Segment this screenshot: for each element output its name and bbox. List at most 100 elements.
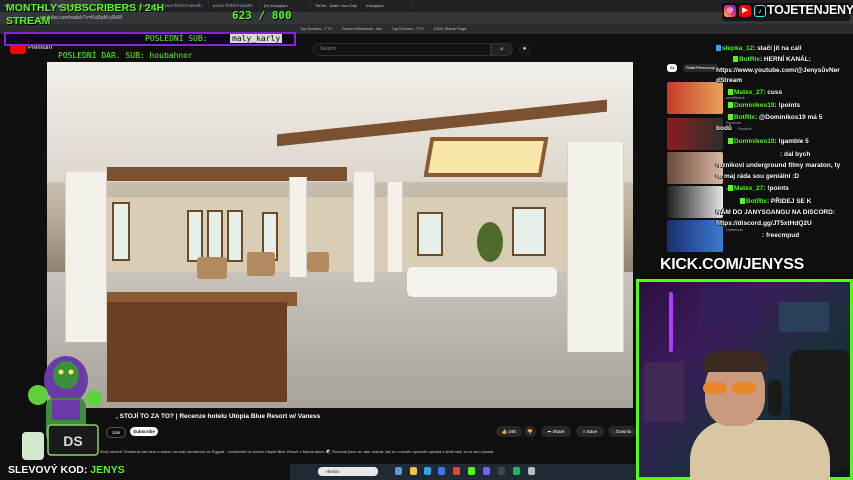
share-button[interactable]: ➦ Share [541,426,571,437]
video-scene-window [512,207,546,256]
browser-tab[interactable]: KOLO ŠTĚSTÍ NOVĚ! [158,0,209,12]
chat-text: NÁM DO JANYSGANGU NA DISCORD: [716,209,835,216]
wall-poster [779,302,829,332]
chat-message: : dal bych [780,151,810,158]
chat-text: : HERNÍ KANÁL: [759,56,811,63]
video-scene-pillar [353,172,375,282]
sidebar-snippet: Padleck [738,127,752,131]
chat-message: BotRix: PŘIDEJ SE K [740,198,811,205]
chat-badge-icon [716,45,721,52]
bookmark-item[interactable]: Screen Elements - Ma [342,24,382,34]
video-scene-ceiling [47,62,633,182]
chat-badge-icon [728,138,733,145]
youtube-icon: ▶ [739,5,751,17]
save-button[interactable]: ≡ Save [576,426,604,437]
kick-app-icon[interactable] [468,467,475,475]
headphones-icon [768,380,782,416]
video-thumbnail[interactable] [667,220,723,252]
like-count: 24K [508,429,517,434]
download-button[interactable]: ↓ Downlo [608,426,636,437]
last-donation-text: POSLEDNÍ DAR. SUB: houbahnor [58,51,193,60]
chat-username: slepka_12 [722,45,754,52]
sub-goal-counter: 623 / 800 [232,9,292,22]
store-icon[interactable] [438,467,445,475]
video-scene-beam [107,167,347,181]
chat-message: Matex_27: !points [728,185,789,192]
video-scene-window [207,210,223,262]
bookmark-item[interactable]: Top Emotes - TTV [300,24,332,34]
promo-code: SLEVOVÝ KOD: JENYS [8,464,125,476]
browser-tab[interactable]: TikTok - Make Your Day [311,0,362,12]
chat-message: Dominikos19: !gamble 5 [728,138,809,145]
chat-text: : cuss [763,89,783,96]
video-scene-chair [197,257,227,279]
video-scene-pillar [387,182,403,272]
thumbs-down-icon: 👎 [527,429,533,434]
promo-label: SLEVOVÝ KOD: [8,464,88,476]
promo-code-value: JENYS [90,464,125,476]
taskview-icon[interactable] [395,467,402,475]
chat-message: slepka_12: stačí jít na call [716,45,802,52]
file-explorer-icon[interactable] [410,467,417,475]
download-label: Downlo [616,429,632,434]
chat-text: : !gamble 5 [774,138,809,145]
spotify-icon[interactable] [513,467,520,475]
chat-badge-icon [728,185,733,192]
bookmark-item[interactable]: KICK Status Page [434,24,466,34]
taskbar-search-input[interactable]: Hledat [318,467,378,476]
chat-message: https://discord.gg/JT5xtHdQ2U [716,220,812,227]
mascot-character-icon: DS [22,356,102,460]
sunglasses-icon [703,382,727,394]
chat-badge-icon [728,89,733,96]
video-thumbnail[interactable] [667,118,723,150]
video-scene-pillar [65,172,107,342]
streamer-hoodie [690,420,830,480]
filter-chip-all[interactable]: All [667,64,678,72]
chat-message: https://www.youtube.com/@JenysůvNer [716,67,840,74]
kick-channel-url: KICK.COM/JENYSS [660,256,804,273]
video-scene-window [417,212,443,256]
video-scene-skylight [423,137,549,177]
sidebar-snippet: nevěřitelné... [726,96,748,100]
url-text[interactable]: youtube.com/watch?v=KuBpM-yRkM [40,15,122,21]
chat-username: Matex_27 [734,185,764,192]
chat-text: https://www.youtube.com/@JenysůvNer [716,67,840,74]
video-scene-chair [307,252,329,272]
video-description[interactable]: Ahoj všichni! Tentokrát vás beru s sebou… [100,449,494,454]
social-handle: TOJETENJENYS [767,3,853,17]
subscribe-button[interactable]: Subscribe [130,427,158,436]
microphone-icon[interactable]: ● [518,43,531,56]
dislike-button[interactable]: 👎 [524,426,536,437]
thumbs-up-icon: 👍 [501,429,508,434]
monthly-subs-label-line2: STREAM [6,15,51,27]
chat-badge-icon [728,114,733,121]
video-thumbnail[interactable] [667,186,723,218]
svg-text:DS: DS [63,433,82,449]
video-thumbnail[interactable] [667,82,723,114]
video-player[interactable] [47,62,633,408]
browser-tab[interactable]: Instagram [362,0,413,12]
search-icon[interactable]: ⌕ [491,43,513,56]
edge-icon[interactable] [424,467,431,475]
discord-icon[interactable] [483,467,490,475]
video-scene-pillar [289,177,307,277]
instagram-icon: ◎ [724,5,736,17]
video-scene-plant [477,222,503,262]
chat-username: BotRix [746,198,767,205]
chat-text: : PŘIDEJ SE K [766,198,812,205]
chat-badge-icon [728,102,733,109]
chat-text: řeznikovi underground filmy maraton, ty [716,162,841,169]
bookmark-item[interactable]: Top Emotes - TTV [392,24,424,34]
video-scene-desk [107,302,287,402]
chat-username: Dominikos19 [734,102,775,109]
chat-text: bodů [716,125,732,132]
like-button[interactable]: 👍 24K [496,426,522,437]
chat-username: BotRix [734,114,755,121]
video-thumbnail[interactable] [667,152,723,184]
search-input[interactable]: Search [313,43,491,56]
obs-icon[interactable] [498,467,505,475]
settings-icon[interactable] [528,467,535,475]
chat-text: to maj ráda sou geniální :D [716,173,800,180]
chrome-icon[interactable] [453,467,460,475]
download-icon: ↓ [612,429,615,434]
